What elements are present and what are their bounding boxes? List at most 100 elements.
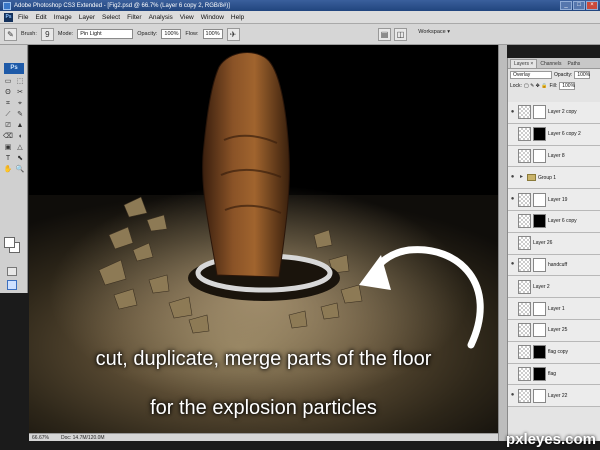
layer-row[interactable]: flag [508, 363, 600, 386]
document-canvas[interactable]: cut, duplicate, merge parts of the floor… [29, 45, 498, 433]
layer-name: flag [548, 370, 557, 377]
pen-tool-icon[interactable]: ▣ [3, 143, 13, 152]
eye-icon[interactable] [509, 305, 516, 312]
layer-opacity-input[interactable]: 100% [574, 70, 591, 79]
layer-mask-thumbnail [533, 366, 546, 381]
marquee-tool-icon[interactable]: ⬚ [15, 77, 25, 86]
eye-icon[interactable] [509, 370, 516, 377]
brush-tool-preset-icon[interactable]: ✎ [4, 27, 17, 41]
ps-badge: Ps [4, 63, 24, 74]
layer-thumbnail [518, 366, 531, 381]
layer-mask-thumbnail [533, 127, 546, 142]
slice-tool-icon[interactable]: ⌗ [3, 99, 13, 108]
menu-select[interactable]: Select [102, 14, 120, 21]
tab-layers[interactable]: Layers × [510, 59, 538, 68]
menu-image[interactable]: Image [54, 14, 72, 21]
eye-icon[interactable] [509, 218, 516, 225]
menu-help[interactable]: Help [231, 14, 244, 21]
menu-analysis[interactable]: Analysis [149, 14, 173, 21]
layer-row[interactable]: Layer 6 copy 2 [508, 123, 600, 146]
layer-row[interactable]: ● Layer 22 [508, 385, 600, 408]
expand-arrow-icon[interactable]: ▸ [518, 174, 525, 181]
layer-row[interactable]: Layer 26 [508, 232, 600, 255]
brush-size-picker[interactable]: 9 [40, 27, 54, 41]
hand-tool-icon[interactable]: ✋ [3, 165, 13, 174]
gradient-tool-icon[interactable]: ⌫ [3, 132, 13, 141]
layer-row[interactable]: Layer 2 [508, 276, 600, 299]
crop-tool-icon[interactable]: ✂ [15, 88, 25, 97]
foreground-color-swatch[interactable] [4, 237, 15, 248]
flow-input[interactable]: 100% [202, 29, 223, 39]
menu-file[interactable]: File [18, 14, 28, 21]
menu-layer[interactable]: Layer [79, 14, 95, 21]
brush-tool-icon[interactable]: ⟋ [3, 110, 13, 119]
layer-row[interactable]: flag copy [508, 341, 600, 364]
minimize-button[interactable]: _ [560, 1, 572, 10]
layer-row[interactable]: ● Layer 19 [508, 189, 600, 211]
document-icon[interactable]: ▤ [378, 28, 391, 41]
menu-view[interactable]: View [180, 14, 194, 21]
stamp-tool-icon[interactable]: ✎ [15, 110, 25, 119]
zoom-tool-icon[interactable]: 🔍 [15, 165, 25, 174]
menu-filter[interactable]: Filter [127, 14, 141, 21]
eye-icon[interactable] [509, 349, 516, 356]
eye-icon[interactable]: ● [509, 174, 516, 181]
caption-line-2: for the explosion particles [150, 397, 377, 419]
eye-icon[interactable] [509, 131, 516, 138]
path-select-icon[interactable]: ⬉ [15, 154, 25, 163]
layer-name: Layer 2 copy [548, 109, 577, 116]
bridge-icon[interactable]: ◫ [394, 28, 407, 41]
eye-icon[interactable]: ● [509, 109, 516, 116]
close-button[interactable]: × [586, 1, 598, 10]
shape-tool-icon[interactable]: △ [15, 143, 25, 152]
layer-mask-thumbnail [533, 388, 546, 403]
layer-row[interactable]: ● ▸ Group 1 [508, 167, 600, 190]
doc-size: Doc: 14.7M/120.0M [60, 434, 105, 441]
eye-icon[interactable] [509, 283, 516, 290]
airbrush-icon[interactable]: ✈ [226, 27, 240, 41]
opacity-input[interactable]: 100% [161, 29, 182, 39]
tab-channels[interactable]: Channels [537, 60, 564, 68]
tab-paths[interactable]: Paths [564, 60, 583, 68]
menu-bar: Ps File Edit Image Layer Select Filter A… [0, 11, 600, 24]
standard-mode-icon[interactable] [7, 267, 17, 276]
eye-icon[interactable] [509, 327, 516, 334]
dodge-tool-icon[interactable]: ◖ [15, 132, 25, 141]
maximize-button[interactable]: □ [573, 1, 585, 10]
mode-select[interactable]: Pin Light [77, 29, 134, 39]
layer-name: Layer 8 [548, 152, 565, 159]
lock-icons[interactable]: ▢ ✎ ✥ 🔒 [524, 83, 548, 89]
eye-icon[interactable] [509, 240, 516, 247]
window-title: Adobe Photoshop CS3 Extended - [Fig2.psd… [14, 2, 230, 9]
blend-mode-select[interactable]: Overlay [510, 70, 552, 79]
layer-row[interactable]: ● handcuff [508, 254, 600, 277]
eye-icon[interactable]: ● [509, 261, 516, 268]
eye-icon[interactable] [509, 152, 516, 159]
layer-name: flag copy [548, 349, 569, 356]
fist-sculpture [202, 52, 290, 278]
mode-label: Mode: [57, 31, 74, 37]
menu-window[interactable]: Window [201, 14, 224, 21]
blend-row: Overlay Opacity: 100% [508, 69, 600, 80]
zoom-level[interactable]: 66.67% [32, 435, 49, 441]
move-tool-icon[interactable]: ▭ [3, 77, 13, 86]
heal-tool-icon[interactable]: ⌖ [15, 99, 25, 108]
type-tool-icon[interactable]: T [3, 154, 13, 163]
workspace-menu[interactable]: Workspace ▾ [418, 29, 450, 35]
layer-row[interactable]: Layer 25 [508, 319, 600, 342]
menu-edit[interactable]: Edit [35, 14, 46, 21]
history-brush-icon[interactable]: ⎚ [3, 121, 13, 130]
layer-row[interactable]: Layer 1 [508, 298, 600, 320]
eye-icon[interactable]: ● [509, 196, 516, 203]
screen-mode-icon[interactable] [7, 280, 17, 290]
eye-icon[interactable]: ● [509, 392, 516, 399]
layer-thumbnail [518, 105, 531, 120]
layer-row[interactable]: ● Layer 2 copy [508, 102, 600, 124]
panel-dock-strip[interactable] [498, 45, 507, 441]
layer-row[interactable]: Layer 8 [508, 145, 600, 168]
lasso-tool-icon[interactable]: ʘ [3, 88, 13, 97]
fill-input[interactable]: 100% [559, 81, 576, 90]
eraser-tool-icon[interactable]: ▲ [15, 121, 25, 130]
layer-thumbnail [518, 127, 531, 142]
layer-row[interactable]: Layer 6 copy [508, 210, 600, 233]
